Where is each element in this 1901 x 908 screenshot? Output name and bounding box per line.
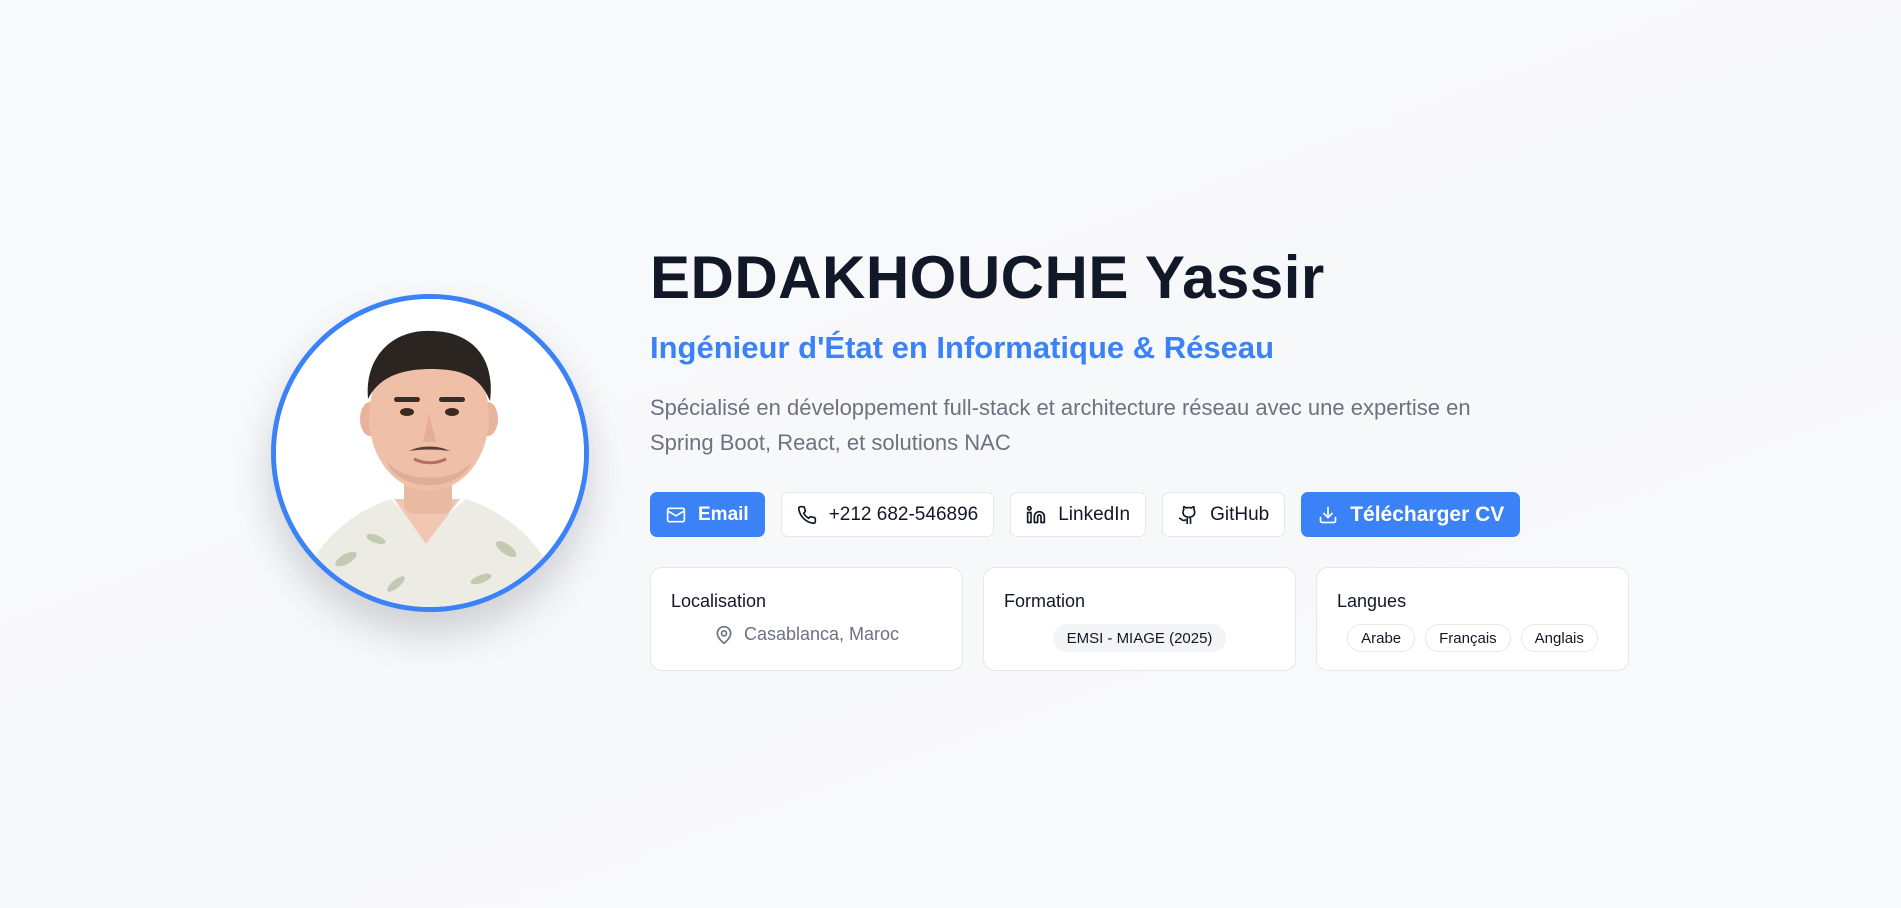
education-card-title: Formation	[1004, 591, 1086, 611]
map-pin-icon	[714, 625, 734, 645]
education-card: Formation EMSI - MIAGE (2025)	[983, 567, 1296, 671]
phone-button[interactable]: +212 682-546896	[780, 492, 995, 537]
contact-actions: Email +212 682-546896 LinkedIn GitHub Té…	[650, 492, 1650, 537]
profile-description: Spécialisé en développement full-stack e…	[650, 395, 1471, 455]
languages-card-title: Langues	[1337, 591, 1407, 611]
mail-icon	[666, 505, 686, 525]
language-badge-anglais: Anglais	[1520, 624, 1598, 652]
location-value: Casablanca, Maroc	[714, 624, 899, 645]
phone-icon	[797, 505, 817, 525]
languages-card: Langues Arabe Français Anglais	[1316, 567, 1629, 671]
location-card: Localisation Casablanca, Maroc	[650, 567, 963, 671]
email-button-label: Email	[698, 503, 749, 525]
languages-card-body: Arabe Français Anglais	[1337, 624, 1608, 652]
education-badge: EMSI - MIAGE (2025)	[1052, 624, 1227, 652]
profile-role: Ingénieur d'État en Informatique & Résea…	[650, 330, 1275, 365]
download-icon	[1318, 505, 1338, 525]
download-cv-button[interactable]: Télécharger CV	[1301, 492, 1521, 537]
education-card-body: EMSI - MIAGE (2025)	[1004, 624, 1275, 652]
profile-avatar	[271, 294, 589, 612]
phone-button-label: +212 682-546896	[828, 503, 979, 525]
linkedin-button[interactable]: LinkedIn	[1010, 492, 1147, 537]
download-cv-label: Télécharger CV	[1350, 502, 1505, 526]
email-button[interactable]: Email	[650, 492, 765, 537]
language-badge-arabe: Arabe	[1347, 624, 1416, 652]
info-cards: Localisation Casablanca, Maroc Formation…	[650, 567, 1650, 671]
github-icon	[1178, 505, 1198, 525]
profile-name: EDDAKHOUCHE Yassir	[650, 244, 1325, 311]
location-card-title: Localisation	[671, 591, 767, 611]
location-text: Casablanca, Maroc	[743, 624, 900, 644]
github-button-label: GitHub	[1210, 503, 1270, 525]
profile-info: EDDAKHOUCHE Yassir Ingénieur d'État en I…	[650, 238, 1650, 671]
github-button[interactable]: GitHub	[1162, 492, 1286, 537]
linkedin-icon	[1026, 505, 1046, 525]
language-badge-francais: Français	[1425, 624, 1511, 652]
location-card-body: Casablanca, Maroc	[671, 624, 942, 645]
hero-section: EDDAKHOUCHE Yassir Ingénieur d'État en I…	[0, 0, 1901, 908]
linkedin-button-label: LinkedIn	[1058, 503, 1131, 525]
